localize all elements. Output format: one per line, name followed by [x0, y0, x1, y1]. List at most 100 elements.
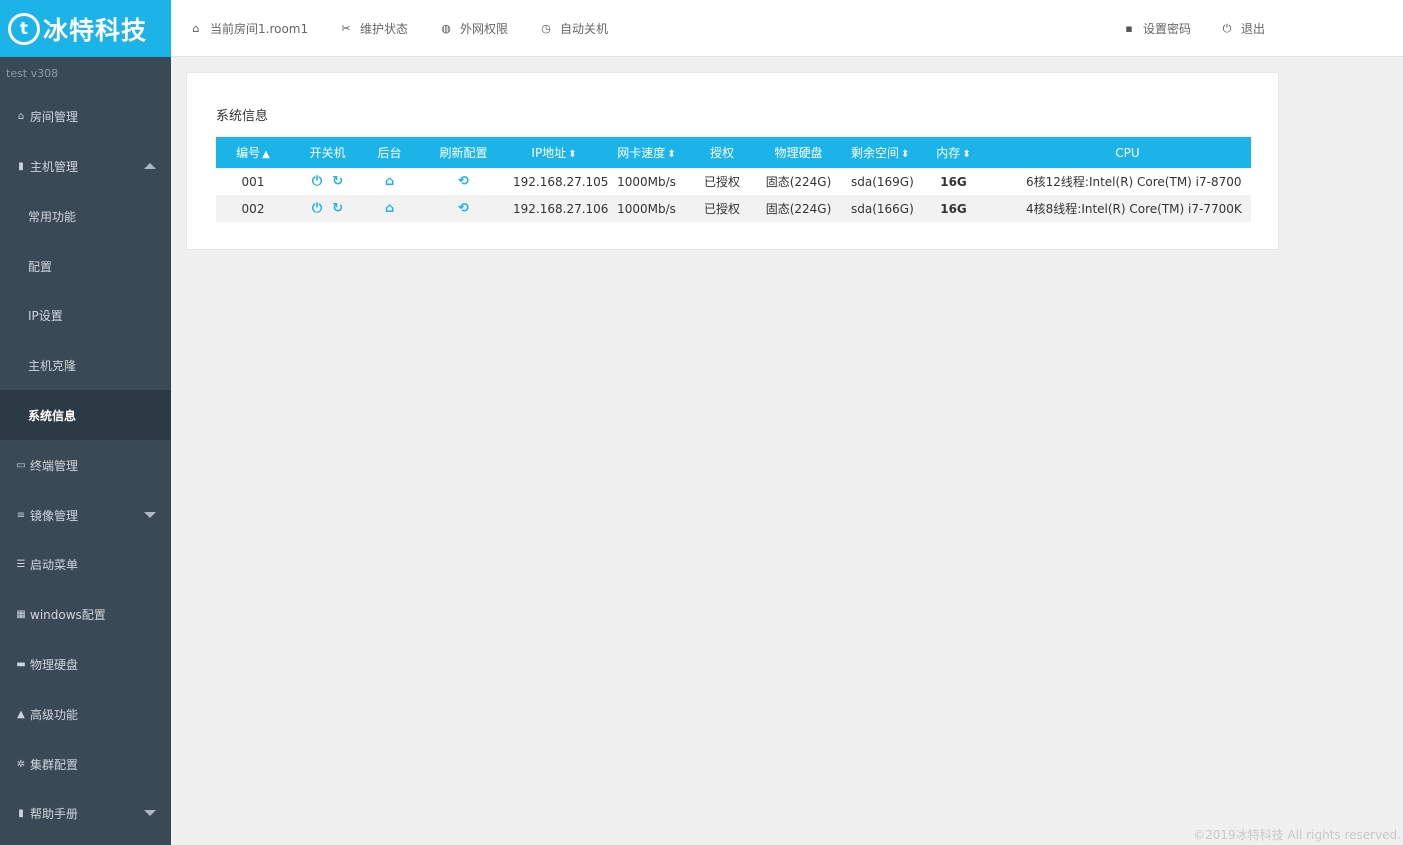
list-icon: ☰: [16, 558, 26, 570]
nav-logout-label: 退出: [1241, 22, 1266, 36]
cell-disk: 固态(224G): [746, 195, 851, 222]
column-header-nic[interactable]: 网卡速度 ⬍: [595, 137, 698, 168]
column-header-free[interactable]: 剩余空间 ⬍: [851, 137, 909, 168]
server-icon: ▮: [18, 160, 24, 172]
sort-icon: ⬍: [568, 149, 577, 160]
cell-power: ⏻ ↻: [290, 168, 365, 195]
cell-cpu: 6核12线程:Intel(R) Core(TM) i7-8700: [1026, 175, 1242, 189]
sidebar-item-ip-settings[interactable]: IP设置: [0, 290, 171, 340]
sidebar-item-label: windows配置: [30, 607, 106, 622]
sidebar-item-boot-menu[interactable]: ☰ 启动菜单: [0, 539, 171, 589]
cell-ip: 192.168.27.105: [513, 174, 609, 189]
nav-logout[interactable]: ⏻ 退出: [1221, 0, 1265, 57]
cell-id: 002: [216, 195, 290, 222]
nav-network-access[interactable]: ◍ 外网权限: [440, 0, 508, 57]
column-header-ip[interactable]: IP地址 ⬍: [513, 137, 595, 168]
home-icon[interactable]: ⌂: [385, 201, 394, 216]
nav-auto-shutdown[interactable]: ◷ 自动关机: [540, 0, 608, 57]
cell-nic: 1000Mb/s: [595, 195, 698, 222]
nav-auto-shutdown-label: 自动关机: [560, 22, 609, 36]
system-info-panel: 系统信息 编号 ▲ 开关机 后台 刷新配置 IP地址 ⬍ 网卡速度 ⬍ 授权 物理硬盘…: [186, 72, 1279, 250]
brand-name: 冰特科技: [43, 15, 148, 45]
nav-maintenance[interactable]: ✂ 维护状态: [340, 0, 408, 57]
sidebar-item-system-info[interactable]: 系统信息: [0, 390, 171, 440]
home-icon: ⌂: [192, 22, 200, 35]
sidebar: test v308 ⌂ 房间管理 ▮ 主机管理 常用功能 配置 IP设置 主机克…: [0, 57, 171, 845]
sidebar-item-hosts[interactable]: ▮ 主机管理: [0, 141, 171, 191]
cell-free: sda(166G): [851, 195, 914, 222]
sidebar-item-common[interactable]: 常用功能: [0, 191, 171, 241]
version-label: test v308: [6, 67, 59, 80]
sidebar-item-config[interactable]: 配置: [0, 241, 171, 291]
home-icon: ⌂: [17, 110, 25, 122]
cell-free: sda(169G): [851, 174, 914, 189]
windows-icon: ▦: [16, 608, 26, 620]
cell-refresh: ⟲: [414, 195, 513, 222]
sidebar-item-advanced[interactable]: ▲ 高级功能: [0, 689, 171, 739]
nav-network-access-label: 外网权限: [460, 22, 509, 36]
power-icon: ⏻: [1222, 21, 1232, 35]
power-icon[interactable]: ⏻: [312, 174, 322, 189]
book-icon: ▮: [18, 807, 24, 819]
sidebar-item-rooms[interactable]: ⌂ 房间管理: [0, 91, 171, 141]
column-header-id[interactable]: 编号 ▲: [216, 137, 290, 168]
nav-maintenance-label: 维护状态: [360, 22, 409, 36]
restart-icon[interactable]: ↻: [332, 201, 343, 216]
sidebar-item-windows-config[interactable]: ▦ windows配置: [0, 589, 171, 639]
column-header-memory[interactable]: 内存 ⬍: [903, 137, 1004, 168]
restart-icon[interactable]: ↻: [332, 174, 343, 189]
sidebar-item-physical-disk[interactable]: ▬ 物理硬盘: [0, 639, 171, 689]
column-header-backend: 后台: [365, 137, 414, 168]
warning-icon: ▲: [17, 708, 25, 720]
cell-disk: 固态(224G): [765, 175, 832, 189]
column-header-license: 授权: [698, 137, 746, 168]
cell-memory: 16G: [940, 174, 967, 189]
cell-ip: 192.168.27.106: [513, 195, 608, 222]
sidebar-item-label: 主机克隆: [28, 358, 77, 373]
table-row: 002 ⏻ ↻ ⌂ ⟲ 192.168.27.106 1000Mb/s 已授权 固…: [216, 195, 1251, 222]
cell-license: 已授权: [703, 175, 740, 189]
nav-set-password-label: 设置密码: [1143, 22, 1192, 36]
globe-icon: ◍: [441, 22, 451, 35]
chevron-up-icon: [144, 163, 156, 169]
sidebar-item-host-clone[interactable]: 主机克隆: [0, 340, 171, 390]
refresh-icon[interactable]: ⟲: [458, 174, 469, 189]
sidebar-item-terminals[interactable]: ▭ 终端管理: [0, 440, 171, 490]
sidebar-item-help[interactable]: ▮ 帮助手册: [0, 788, 171, 838]
cell-power: ⏻ ↻: [290, 195, 365, 222]
nav-set-password[interactable]: ▪ 设置密码: [1123, 0, 1191, 57]
cell-backend: ⌂: [365, 168, 414, 195]
sidebar-item-label: 常用功能: [28, 209, 77, 224]
nav-current-room[interactable]: ⌂ 当前房间1.room1: [190, 0, 309, 57]
cell-backend: ⌂: [365, 195, 414, 222]
sort-asc-icon: ▲: [262, 149, 270, 160]
sidebar-item-label: 主机管理: [30, 159, 79, 174]
nav-current-room-label: 当前房间1.room1: [210, 22, 309, 36]
logo-badge-icon: t: [8, 12, 40, 45]
cell-nic: 1000Mb/s: [617, 174, 676, 189]
database-icon: ≡: [16, 509, 26, 521]
column-header-disk: 物理硬盘: [746, 137, 851, 168]
lock-icon: ▪: [1125, 22, 1133, 35]
hdd-icon: ▬: [16, 658, 26, 670]
top-bar: t 冰特科技 ⌂ 当前房间1.room1 ✂ 维护状态 ◍ 外网权限 ◷ 自动关…: [0, 0, 1403, 57]
power-icon[interactable]: ⏻: [312, 201, 322, 216]
timer-icon: ◷: [541, 22, 551, 35]
home-icon[interactable]: ⌂: [385, 174, 394, 189]
cell-license: 已授权: [698, 195, 746, 222]
wrench-icon: ✂: [341, 22, 351, 35]
chevron-down-icon: [144, 512, 156, 518]
sort-icon: ⬍: [901, 149, 910, 160]
column-header-power: 开关机: [290, 137, 365, 168]
sidebar-item-cluster[interactable]: ✲ 集群配置: [0, 739, 171, 789]
table-header-row: 编号 ▲ 开关机 后台 刷新配置 IP地址 ⬍ 网卡速度 ⬍ 授权 物理硬盘 剩余空间…: [216, 137, 1251, 168]
sidebar-item-label: 物理硬盘: [30, 657, 79, 672]
sidebar-item-label: 集群配置: [30, 757, 79, 772]
chevron-down-icon: [144, 810, 156, 816]
cell-memory: 16G: [903, 195, 1004, 222]
brand-logo[interactable]: t 冰特科技: [0, 0, 171, 57]
sidebar-item-images[interactable]: ≡ 镜像管理: [0, 490, 171, 540]
panel-title: 系统信息: [216, 109, 269, 124]
sidebar-item-label: 启动菜单: [30, 557, 79, 572]
refresh-icon[interactable]: ⟲: [458, 201, 469, 216]
